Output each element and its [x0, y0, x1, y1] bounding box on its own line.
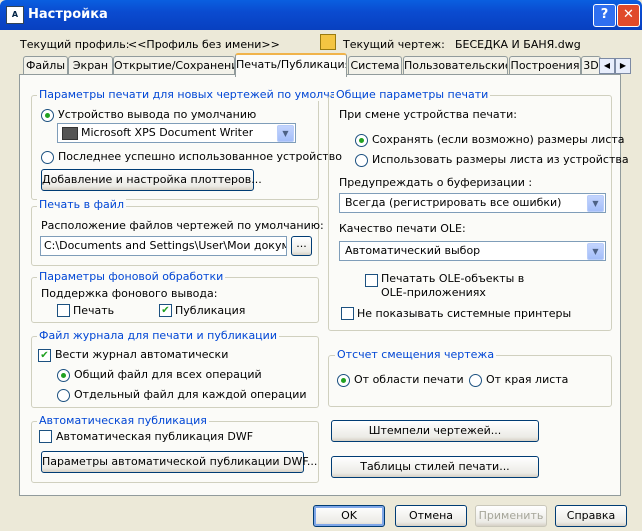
radio-last-used-device-label: Последнее успешно использованное устройс…	[58, 150, 342, 163]
chevron-down-icon[interactable]: ▼	[587, 195, 604, 212]
device-select[interactable]: Microsoft XPS Document Writer ▼	[57, 123, 296, 143]
group-autopublish-title: Автоматическая публикация	[37, 414, 209, 427]
radio-offset-from-area[interactable]	[337, 374, 350, 387]
tab-system[interactable]: Система	[348, 56, 402, 75]
checkbox-ole-print[interactable]	[365, 274, 378, 287]
apply-button[interactable]: Применить	[475, 505, 547, 527]
group-background-title: Параметры фоновой обработки	[37, 270, 226, 283]
ole-quality-select[interactable]: Автоматический выбор ▼	[339, 241, 606, 261]
radio-separate-log-label: Отдельный файл для каждой операции	[74, 388, 307, 401]
checkbox-bg-publish-label: Публикация	[175, 304, 246, 317]
ole-quality-select-value: Автоматический выбор	[345, 244, 481, 257]
group-offset-title: Отсчет смещения чертежа	[335, 348, 497, 361]
plot-stamp-button[interactable]: Штемпели чертежей...	[331, 420, 539, 442]
checkbox-hide-system-printers[interactable]	[341, 307, 354, 320]
close-icon[interactable]: ✕	[617, 4, 640, 27]
checkbox-autopublish-label: Автоматическая публикация DWF	[56, 430, 254, 443]
spool-label: Предупреждать о буферизации :	[339, 176, 533, 189]
app-icon: A	[6, 6, 24, 24]
group-default-print-title: Параметры печати для новых чертежей по у…	[37, 88, 363, 101]
checkbox-auto-log-label: Вести журнал автоматически	[55, 348, 229, 361]
drawing-label: Текущий чертеж:	[343, 38, 445, 51]
checkbox-hide-system-printers-label: Не показывать системные принтеры	[357, 307, 572, 320]
radio-shared-log-label: Общий файл для всех операций	[74, 368, 262, 381]
plotters-button[interactable]: Добавление и настройка плоттеров...	[41, 169, 262, 191]
radio-keep-size-label: Сохранять (если возможно) размеры листа	[372, 133, 625, 146]
group-log-title: Файл журнала для печати и публикации	[37, 329, 279, 342]
tab-user[interactable]: Пользовательские	[403, 56, 508, 75]
spool-select-value: Всегда (регистрировать все ошибки)	[345, 196, 562, 209]
radio-shared-log[interactable]	[57, 369, 70, 382]
chevron-down-icon[interactable]: ▼	[277, 125, 294, 142]
spool-select[interactable]: Всегда (регистрировать все ошибки) ▼	[339, 193, 606, 213]
tab-plot-publish[interactable]: Печать/Публикация	[235, 53, 347, 77]
tab-open-save[interactable]: Открытие/Сохранение	[113, 56, 235, 75]
drawing-value: БЕСЕДКА И БАНЯ.dwg	[455, 38, 581, 51]
profile-value: <<Профиль без имени>>	[128, 38, 280, 51]
radio-default-device-label: Устройство вывода по умолчанию	[58, 108, 257, 121]
file-path-input[interactable]: C:\Documents and Settings\User\Мои докум…	[40, 236, 287, 256]
tab-drafting[interactable]: Построения	[509, 56, 581, 75]
on-change-label: При смене устройства печати:	[339, 108, 517, 121]
checkbox-bg-publish[interactable]: ✔	[159, 304, 172, 317]
file-location-label: Расположение файлов чертежей по умолчани…	[41, 219, 324, 232]
chevron-down-icon[interactable]: ▼	[587, 243, 604, 260]
checkbox-auto-log[interactable]: ✔	[38, 349, 51, 362]
group-general-title: Общие параметры печати	[334, 88, 491, 101]
radio-use-device-size[interactable]	[355, 154, 368, 167]
group-print-to-file-title: Печать в файл	[37, 198, 126, 211]
tab-scroll-right-icon[interactable]: ▶	[615, 58, 631, 74]
checkbox-ole-print-label-2: OLE-приложениях	[381, 286, 486, 299]
tab-display[interactable]: Экран	[68, 56, 113, 75]
profile-label: Текущий профиль:	[20, 38, 130, 51]
radio-offset-from-area-label: От области печати	[354, 373, 464, 386]
plot-style-tables-button[interactable]: Таблицы стилей печати...	[331, 456, 539, 478]
radio-offset-from-edge-label: От края листа	[486, 373, 569, 386]
checkbox-bg-print[interactable]	[57, 304, 70, 317]
radio-use-device-size-label: Использовать размеры листа из устройства	[372, 153, 629, 166]
radio-separate-log[interactable]	[57, 389, 70, 402]
browse-button[interactable]: ...	[291, 236, 312, 256]
device-select-value: Microsoft XPS Document Writer	[81, 126, 254, 139]
help-icon[interactable]: ?	[593, 4, 616, 27]
background-support-label: Поддержка фонового вывода:	[41, 287, 218, 300]
checkbox-autopublish[interactable]	[39, 430, 52, 443]
checkbox-ole-print-label: Печатать OLE-объекты в	[381, 272, 525, 285]
printer-icon	[62, 127, 78, 140]
radio-default-device[interactable]	[41, 109, 54, 122]
ole-quality-label: Качество печати OLE:	[339, 222, 466, 235]
cancel-button[interactable]: Отмена	[395, 505, 467, 527]
checkbox-bg-print-label: Печать	[73, 304, 115, 317]
help-button[interactable]: Справка	[555, 505, 627, 527]
ok-button[interactable]: OK	[313, 505, 385, 527]
tab-files[interactable]: Файлы	[23, 56, 68, 75]
radio-offset-from-edge[interactable]	[469, 374, 482, 387]
autopublish-settings-button[interactable]: Параметры автоматической публикации DWF.…	[41, 451, 317, 473]
tab-3d[interactable]: 3D	[581, 56, 601, 75]
tab-scroll-left-icon[interactable]: ◀	[599, 58, 615, 74]
drawing-icon	[320, 34, 336, 50]
radio-last-used-device[interactable]	[41, 151, 54, 164]
radio-keep-size[interactable]	[355, 134, 368, 147]
window-title: Настройка	[28, 7, 108, 22]
